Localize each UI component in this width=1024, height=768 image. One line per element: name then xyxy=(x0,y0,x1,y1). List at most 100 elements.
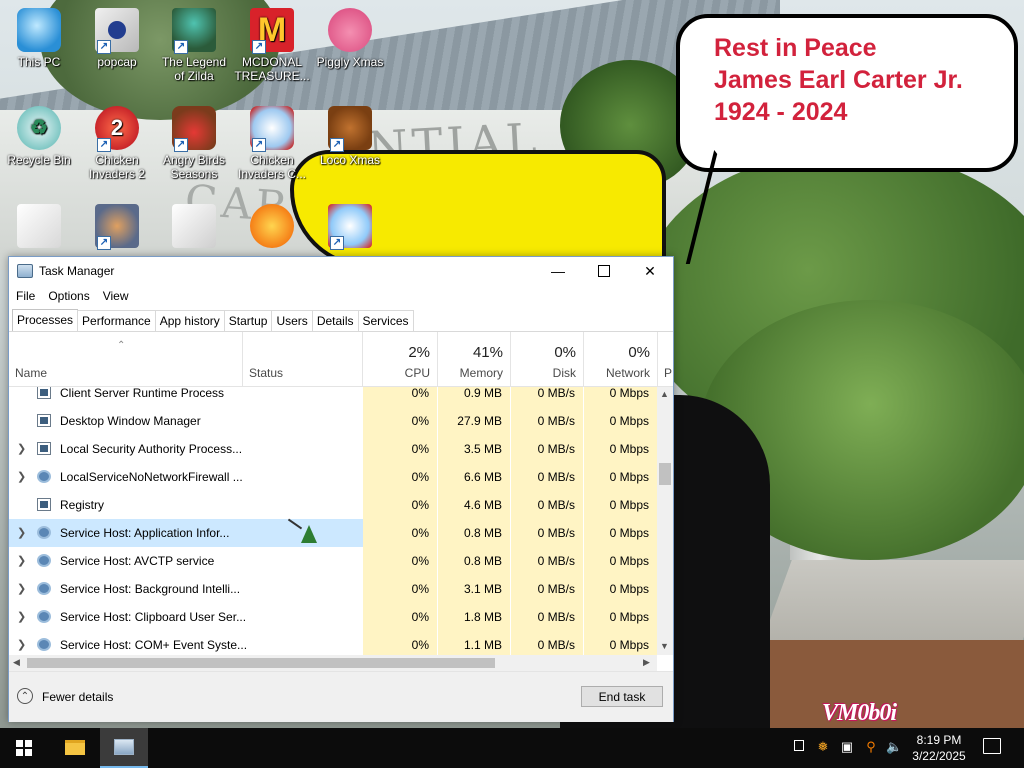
process-row[interactable]: Client Server Runtime Process 0% 0.9 MB 0 M… xyxy=(9,387,657,407)
tab-services[interactable]: Services xyxy=(357,310,414,331)
task-manager-window[interactable]: Task Manager — ✕ File Options View Proce… xyxy=(8,256,674,722)
column-header-status[interactable]: Status xyxy=(249,366,283,380)
horizontal-scroll-thumb[interactable] xyxy=(27,658,495,668)
tab-processes[interactable]: Processes xyxy=(12,309,79,331)
process-row[interactable]: ❯ Service Host: COM+ Event Syste... 0% 1.1 … xyxy=(9,631,657,655)
expand-chevron-icon[interactable]: ❯ xyxy=(17,554,26,567)
process-disk: 0 MB/s xyxy=(537,387,575,400)
desktop-icon-angry-birds-seasons[interactable]: ↗ Angry Birds Seasons xyxy=(156,106,232,181)
vertical-scroll-thumb[interactable] xyxy=(659,463,671,485)
start-button[interactable] xyxy=(0,728,48,768)
process-row[interactable]: ❯ LocalServiceNoNetworkFirewall ... 0% 6.6 … xyxy=(9,463,657,491)
desktop-icon-piggly-xmas[interactable]: Piggly Xmas xyxy=(312,8,388,69)
taskbar-task-manager[interactable] xyxy=(100,728,148,768)
christmas-tree-icon xyxy=(301,525,317,543)
system-clock[interactable]: 8:19 PM 3/22/2025 xyxy=(898,732,980,764)
service-gear-icon xyxy=(37,470,51,483)
expand-chevron-icon[interactable]: ❯ xyxy=(17,442,26,455)
process-row[interactable]: ❯ Service Host: Background Intelli... 0% 3.… xyxy=(9,575,657,603)
process-name: Service Host: Application Infor... xyxy=(60,526,230,540)
horizontal-scrollbar[interactable]: ◀ ▶ xyxy=(9,655,657,671)
column-header-network[interactable]: 0% Network xyxy=(584,332,657,386)
vertical-scrollbar[interactable]: ▲ ▼ xyxy=(657,387,673,655)
bubble-line-2: James Earl Carter Jr. xyxy=(714,66,963,94)
desktop-icon-label: MCDONAL TREASURE... xyxy=(234,55,310,83)
column-header-disk[interactable]: 0% Disk xyxy=(511,332,583,386)
desktop-icon-label: popcap xyxy=(97,55,137,69)
menu-options[interactable]: Options xyxy=(48,289,89,303)
process-window-icon xyxy=(37,414,51,427)
zilda-game-icon: ↗ xyxy=(172,8,216,54)
desktop-icon-unlabeled-4[interactable] xyxy=(234,204,310,251)
action-center-icon[interactable] xyxy=(983,738,1001,754)
process-row[interactable]: ❯ Service Host: AVCTP service 0% 0.8 MB 0 MB… xyxy=(9,547,657,575)
title-bar[interactable]: Task Manager — ✕ xyxy=(9,257,673,285)
network-icon[interactable]: ▣ xyxy=(840,740,854,754)
chevron-up-circle-icon[interactable]: ⌃ xyxy=(17,688,33,704)
service-gear-icon xyxy=(37,582,51,595)
process-memory: 0.9 MB xyxy=(463,387,502,400)
desktop-icon-label: Chicken Invaders C... xyxy=(237,153,307,181)
close-button[interactable]: ✕ xyxy=(627,257,673,285)
menu-view[interactable]: View xyxy=(103,289,129,303)
desktop-icon-unlabeled-5[interactable]: ↗ xyxy=(312,204,388,251)
process-network: 0 Mbps xyxy=(609,470,649,484)
tab-app-history[interactable]: App history xyxy=(154,310,225,331)
process-disk: 0 MB/s xyxy=(537,442,575,456)
column-header-cpu[interactable]: 2% CPU xyxy=(363,332,437,386)
desktop-icon-unlabeled-3[interactable] xyxy=(156,204,232,251)
desktop-icon-loco-xmas[interactable]: ↗ Loco Xmas xyxy=(312,106,388,167)
process-network: 0 Mbps xyxy=(609,610,649,624)
scroll-left-arrow-icon[interactable]: ◀ xyxy=(13,657,20,668)
service-gear-icon xyxy=(37,638,51,651)
teddy-bear-icon: ↗ xyxy=(328,106,372,152)
disk-label: Disk xyxy=(552,366,576,380)
desktop-icon-label: Recycle Bin xyxy=(7,153,71,167)
tab-performance[interactable]: Performance xyxy=(77,310,156,331)
process-row[interactable]: ❯ Service Host: Clipboard User Ser... 0% 1.… xyxy=(9,603,657,631)
end-task-button[interactable]: End task xyxy=(581,686,663,707)
process-cpu: 0% xyxy=(411,638,429,652)
folder-icon xyxy=(65,740,85,755)
fewer-details-link[interactable]: Fewer details xyxy=(42,690,113,704)
process-name: Service Host: Clipboard User Ser... xyxy=(60,610,247,624)
minimize-button[interactable]: — xyxy=(535,257,581,285)
desktop-icon-recycle-bin[interactable]: ♻ Recycle Bin xyxy=(1,106,77,167)
tray-app-icon[interactable]: ❅ xyxy=(816,740,830,754)
expand-chevron-icon[interactable]: ❯ xyxy=(17,610,26,623)
scroll-down-arrow-icon[interactable]: ▼ xyxy=(660,641,669,651)
maximize-button[interactable] xyxy=(581,257,627,285)
desktop-icon-unlabeled-1[interactable] xyxy=(1,204,77,251)
tray-search-icon[interactable]: ⚲ xyxy=(864,740,878,754)
process-row[interactable]: ❯ Local Security Authority Process... 0% 3.… xyxy=(9,435,657,463)
desktop-icon-unlabeled-2[interactable]: ↗ xyxy=(79,204,155,251)
menu-file[interactable]: File xyxy=(16,289,35,303)
expand-chevron-icon[interactable]: ❯ xyxy=(17,470,26,483)
desktop-icon-legend-of-zilda[interactable]: ↗ The Legend of Zilda xyxy=(156,8,232,83)
tab-users[interactable]: Users xyxy=(271,310,313,331)
expand-chevron-icon[interactable]: ❯ xyxy=(17,582,26,595)
taskbar-file-explorer[interactable] xyxy=(50,728,98,768)
desktop-icon-chicken-invaders-2[interactable]: 2 ↗ Chicken Invaders 2 xyxy=(79,106,155,181)
process-name: LocalServiceNoNetworkFirewall ... xyxy=(60,470,243,484)
desktop-icon-chicken-invaders-c[interactable]: ↗ Chicken Invaders C... xyxy=(234,106,310,181)
column-header-memory[interactable]: 41% Memory xyxy=(438,332,510,386)
watermark: VM0b0i xyxy=(822,700,897,726)
desktop-icon-mcdonal-treasure[interactable]: M ↗ MCDONAL TREASURE... xyxy=(234,8,310,83)
desktop-icon-this-pc[interactable]: This PC xyxy=(1,8,77,69)
process-list[interactable]: Client Server Runtime Process 0% 0.9 MB 0 M… xyxy=(9,387,657,655)
scroll-right-arrow-icon[interactable]: ▶ xyxy=(643,657,650,668)
process-row[interactable]: Desktop Window Manager 0% 27.9 MB 0 MB/s 0 M… xyxy=(9,407,657,435)
tab-details[interactable]: Details xyxy=(311,310,359,331)
expand-chevron-icon[interactable]: ❯ xyxy=(17,638,26,651)
scroll-up-arrow-icon[interactable]: ▲ xyxy=(660,389,669,399)
process-row[interactable]: ❯ Service Host: Application Infor... 0% 0.8… xyxy=(9,518,657,547)
process-row[interactable]: Registry 0% 4.6 MB 0 MB/s 0 Mbps xyxy=(9,491,657,519)
expand-chevron-icon[interactable]: ❯ xyxy=(17,526,26,539)
tray-square-icon[interactable] xyxy=(792,740,806,754)
desktop-icon-popcap[interactable]: ↗ popcap xyxy=(79,8,155,69)
tab-startup[interactable]: Startup xyxy=(223,310,273,331)
column-header-power[interactable]: P xyxy=(664,366,672,380)
network-label: Network xyxy=(605,366,650,380)
column-header-name[interactable]: Name xyxy=(15,366,47,380)
